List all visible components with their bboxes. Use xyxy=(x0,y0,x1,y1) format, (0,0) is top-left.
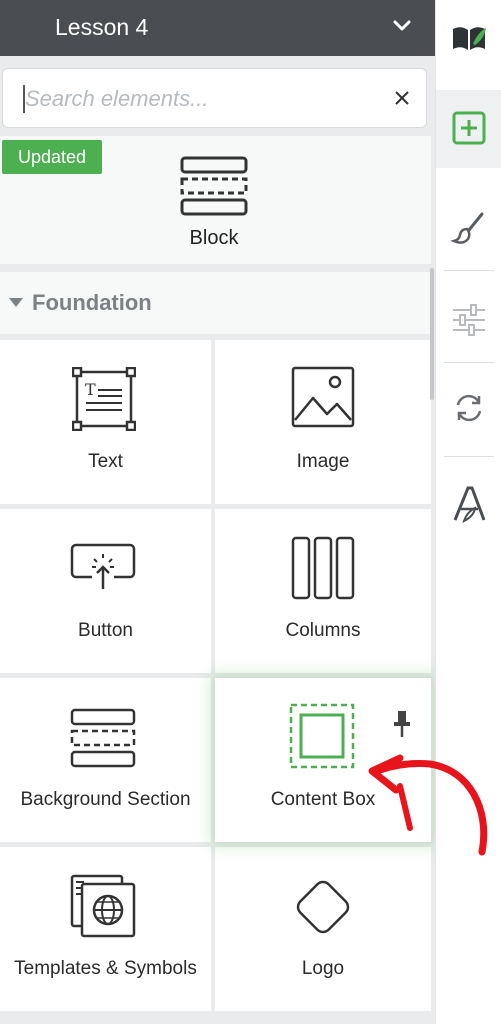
element-label: Logo xyxy=(301,958,345,979)
block-icon xyxy=(180,156,248,216)
close-icon[interactable] xyxy=(392,88,412,108)
section-title: Foundation xyxy=(32,290,152,315)
text-icon: T xyxy=(72,367,136,431)
image-icon xyxy=(291,366,355,428)
rail-add-element[interactable] xyxy=(436,90,501,168)
updated-badge: Updated xyxy=(2,140,102,174)
rail-settings[interactable] xyxy=(436,280,501,358)
element-templates-symbols[interactable]: Templates & Symbols xyxy=(0,847,211,1011)
templates-symbols-icon xyxy=(70,874,136,938)
lesson-title: Lesson 4 xyxy=(55,14,149,40)
rail-sync[interactable] xyxy=(436,370,501,448)
element-button[interactable]: Button xyxy=(0,509,211,673)
search-input[interactable] xyxy=(25,79,375,119)
element-logo[interactable]: Logo xyxy=(215,847,431,1011)
element-image[interactable]: Image xyxy=(215,340,431,504)
panel-scrollbar[interactable] xyxy=(430,268,434,400)
rail-typography[interactable] xyxy=(436,464,501,542)
element-label: Button xyxy=(78,620,133,641)
logo-icon xyxy=(296,880,350,934)
element-label: Image xyxy=(296,451,350,472)
rail-divider xyxy=(444,362,494,363)
right-toolbar xyxy=(435,0,501,1024)
elements-panel: Lesson 4 Updated Block Foundation T xyxy=(0,0,435,1024)
lesson-header[interactable]: Lesson 4 xyxy=(0,0,435,56)
element-label: Templates & Symbols xyxy=(14,958,197,979)
columns-icon xyxy=(291,536,355,600)
element-label: Background Section xyxy=(20,789,191,810)
search-box xyxy=(2,68,427,128)
button-icon xyxy=(70,543,136,589)
rail-divider xyxy=(444,456,494,457)
rail-divider xyxy=(444,270,494,271)
book-logo-icon xyxy=(453,27,486,50)
foundation-section-header[interactable]: Foundation xyxy=(0,272,431,334)
svg-text:T: T xyxy=(85,380,96,399)
paintbrush-icon xyxy=(451,212,484,244)
sliders-icon xyxy=(453,304,485,336)
element-text[interactable]: T Text xyxy=(0,340,211,504)
element-background-section[interactable]: Background Section xyxy=(0,678,211,842)
element-label: Text xyxy=(88,451,123,472)
typography-icon xyxy=(453,486,486,523)
add-element-icon xyxy=(452,111,486,145)
chevron-down-icon[interactable] xyxy=(393,20,411,32)
element-label: Content Box xyxy=(270,789,376,810)
rail-style[interactable] xyxy=(436,190,501,268)
background-section-icon xyxy=(70,708,136,768)
content-box-icon xyxy=(289,703,355,769)
element-content-box[interactable]: Content Box xyxy=(215,678,431,842)
rail-book-logo[interactable] xyxy=(436,0,501,78)
element-label: Columns xyxy=(285,620,361,641)
sync-icon xyxy=(456,394,482,422)
element-columns[interactable]: Columns xyxy=(215,509,431,673)
pin-icon[interactable] xyxy=(393,710,411,738)
caret-down-icon xyxy=(9,298,23,307)
block-label: Block xyxy=(189,227,239,249)
